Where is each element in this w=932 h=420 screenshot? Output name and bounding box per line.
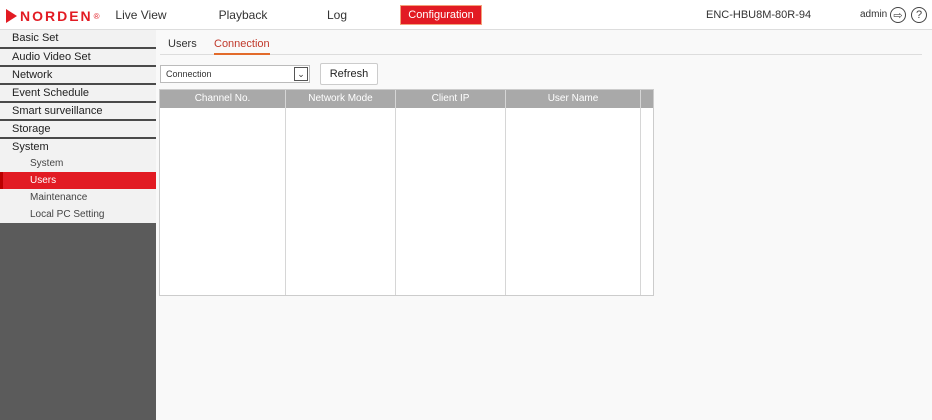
column-header-client-ip: Client IP	[431, 93, 470, 104]
connection-type-select[interactable]: Connection ⌄	[160, 65, 310, 83]
tab-connection[interactable]: Connection	[214, 38, 270, 55]
sidebar-item-event-schedule[interactable]: Event Schedule	[0, 83, 156, 101]
sidebar-subitem-users[interactable]: Users	[0, 172, 156, 189]
nav-live-view[interactable]: Live View	[113, 0, 169, 30]
column-header-network-mode: Network Mode	[308, 93, 373, 104]
logout-icon[interactable]: ⇨	[890, 7, 906, 23]
sidebar-item-audio-video-set[interactable]: Audio Video Set	[0, 47, 156, 65]
device-name: ENC-HBU8M-80R-94	[706, 9, 812, 21]
norden-logo: NORDEN ®	[6, 7, 100, 25]
refresh-button[interactable]: Refresh	[320, 63, 378, 85]
top-bar: NORDEN ® Live View Playback Log Configur…	[0, 0, 932, 30]
table-header: Channel No. Network Mode Client IP User …	[160, 90, 653, 108]
chevron-down-icon[interactable]: ⌄	[294, 67, 308, 81]
tab-users[interactable]: Users	[168, 38, 197, 53]
main-content: Users Connection Connection ⌄ Refresh Ch…	[156, 30, 932, 420]
tab-bar: Users Connection	[156, 36, 932, 55]
sidebar-item-system[interactable]: System	[0, 137, 156, 155]
logo-registered-mark: ®	[93, 11, 100, 21]
nav-playback[interactable]: Playback	[211, 0, 275, 30]
logo-text: NORDEN	[20, 8, 93, 24]
nav-configuration[interactable]: Configuration	[400, 5, 482, 25]
sidebar-subitem-local-pc-setting[interactable]: Local PC Setting	[0, 206, 156, 223]
column-header-user-name: User Name	[547, 93, 599, 104]
column-divider	[285, 90, 286, 295]
sidebar-item-storage[interactable]: Storage	[0, 119, 156, 137]
column-divider	[505, 90, 506, 295]
sidebar-item-network[interactable]: Network	[0, 65, 156, 83]
sidebar-item-basic-set[interactable]: Basic Set	[0, 30, 156, 47]
sidebar-subitem-maintenance[interactable]: Maintenance	[0, 189, 156, 206]
select-value: Connection	[166, 69, 212, 79]
username: admin	[860, 9, 888, 20]
sidebar-item-smart-surveillance[interactable]: Smart surveillance	[0, 101, 156, 119]
sidebar: Basic Set Audio Video Set Network Event …	[0, 30, 156, 420]
column-divider	[395, 90, 396, 295]
sidebar-subitem-system[interactable]: System	[0, 155, 156, 172]
tab-divider	[160, 54, 922, 55]
logo-triangle-icon	[6, 9, 17, 23]
help-icon[interactable]: ?	[911, 7, 927, 23]
nav-log[interactable]: Log	[322, 0, 352, 30]
column-header-channel-no: Channel No.	[194, 93, 251, 104]
column-divider	[640, 90, 641, 295]
connection-table: Channel No. Network Mode Client IP User …	[159, 89, 654, 296]
